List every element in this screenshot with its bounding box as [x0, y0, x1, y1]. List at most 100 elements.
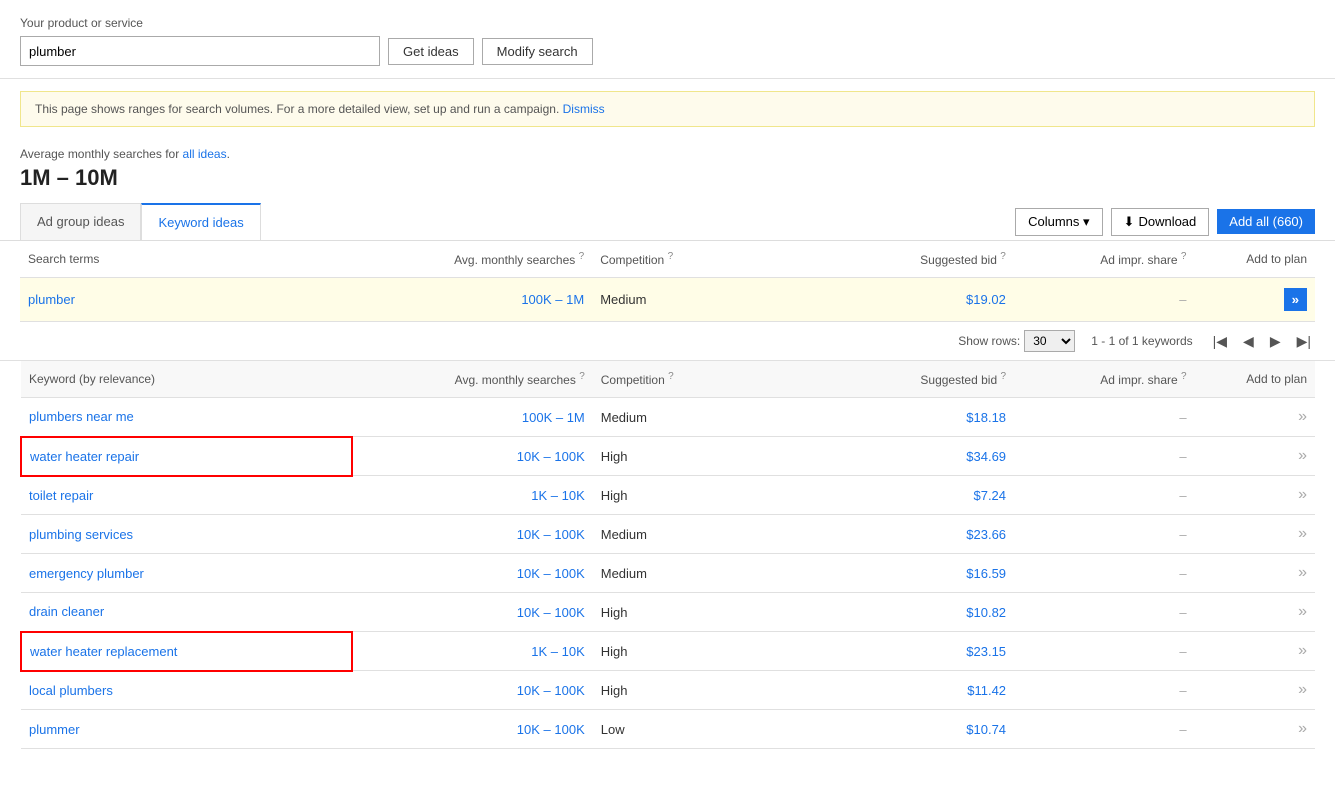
- tabs-toolbar: Ad group ideas Keyword ideas Columns ▾ ⬇…: [0, 203, 1335, 241]
- add-icon[interactable]: »: [1298, 564, 1307, 581]
- next-page-button[interactable]: ▶: [1266, 331, 1285, 352]
- keyword-avg: 10K – 100K: [352, 554, 593, 593]
- top-bar: Your product or service Get ideas Modify…: [0, 0, 1335, 79]
- keyword-add: »: [1195, 398, 1315, 437]
- keyword-bid: $23.15: [773, 632, 1014, 671]
- keyword-link[interactable]: water heater repair: [30, 449, 139, 464]
- get-ideas-button[interactable]: Get ideas: [388, 38, 474, 65]
- add-icon[interactable]: »: [1298, 642, 1307, 659]
- keyword-competition: High: [593, 593, 774, 632]
- add-button[interactable]: »: [1284, 288, 1307, 311]
- add-icon[interactable]: »: [1298, 525, 1307, 542]
- kw-avg-help-icon[interactable]: ?: [579, 371, 585, 382]
- keyword-competition: Medium: [593, 515, 774, 554]
- add-icon[interactable]: »: [1298, 447, 1307, 464]
- product-label: Your product or service: [20, 16, 1315, 30]
- keyword-link[interactable]: local plumbers: [29, 683, 113, 698]
- search-term-row: plumber 100K – 1M Medium $19.02 – »: [20, 278, 1315, 322]
- keyword-link[interactable]: drain cleaner: [29, 604, 104, 619]
- keyword-cell: drain cleaner: [21, 593, 352, 632]
- keyword-link[interactable]: plumbers near me: [29, 409, 134, 424]
- add-all-button[interactable]: Add all (660): [1217, 209, 1315, 234]
- keyword-add: »: [1195, 710, 1315, 749]
- tab-keyword-ideas[interactable]: Keyword ideas: [141, 203, 260, 240]
- col-header-ad-impr: Ad impr. share ?: [1014, 241, 1195, 278]
- keyword-competition: High: [593, 437, 774, 476]
- keyword-avg: 100K – 1M: [352, 398, 593, 437]
- search-terms-table: Search terms Avg. monthly searches ? Com…: [20, 241, 1315, 322]
- keyword-cell: toilet repair: [21, 476, 352, 515]
- keyword-cell: water heater replacement: [21, 632, 352, 671]
- keyword-bid: $34.69: [773, 437, 1014, 476]
- last-page-button[interactable]: ▶|: [1293, 331, 1315, 352]
- col-header-competition: Competition ?: [592, 241, 773, 278]
- banner-dismiss-link[interactable]: Dismiss: [563, 102, 605, 116]
- kw-bid-help-icon[interactable]: ?: [1000, 371, 1006, 382]
- show-rows: Show rows: 30 50 100: [958, 330, 1075, 352]
- toolbar-right: Columns ▾ ⬇ Download Add all (660): [1015, 208, 1315, 236]
- keyword-adimpr: –: [1014, 593, 1195, 632]
- bid-help-icon[interactable]: ?: [1000, 251, 1006, 262]
- adimpr-help-icon[interactable]: ?: [1181, 251, 1187, 262]
- add-icon[interactable]: »: [1298, 681, 1307, 698]
- banner-text: This page shows ranges for search volume…: [35, 102, 559, 116]
- keyword-avg: 1K – 10K: [352, 632, 593, 671]
- keyword-add: »: [1195, 554, 1315, 593]
- keyword-add: »: [1195, 593, 1315, 632]
- keyword-competition: High: [593, 632, 774, 671]
- rows-select[interactable]: 30 50 100: [1024, 330, 1075, 352]
- prev-page-button[interactable]: ◀: [1239, 331, 1258, 352]
- keyword-row: toilet repair 1K – 10K High $7.24 – »: [21, 476, 1315, 515]
- keyword-add: »: [1195, 632, 1315, 671]
- kw-col-header-adimpr: Ad impr. share ?: [1014, 361, 1195, 398]
- all-ideas-link[interactable]: all ideas: [183, 147, 227, 161]
- modify-search-button[interactable]: Modify search: [482, 38, 593, 65]
- keyword-cell: water heater repair: [21, 437, 352, 476]
- keyword-adimpr: –: [1014, 398, 1195, 437]
- keyword-adimpr: –: [1014, 437, 1195, 476]
- search-term-add: »: [1194, 278, 1315, 322]
- keyword-add: »: [1195, 437, 1315, 476]
- keyword-competition: High: [593, 476, 774, 515]
- search-row: Get ideas Modify search: [20, 36, 1315, 66]
- keyword-avg: 10K – 100K: [352, 671, 593, 710]
- columns-button[interactable]: Columns ▾: [1015, 208, 1102, 236]
- kw-comp-help-icon[interactable]: ?: [668, 371, 674, 382]
- kw-adimpr-help-icon[interactable]: ?: [1181, 371, 1187, 382]
- keyword-link[interactable]: plumber: [28, 292, 75, 307]
- keyword-link[interactable]: emergency plumber: [29, 566, 144, 581]
- pagination-row: Show rows: 30 50 100 1 - 1 of 1 keywords…: [0, 322, 1335, 361]
- keyword-link[interactable]: plumbing services: [29, 527, 133, 542]
- product-search-input[interactable]: [20, 36, 380, 66]
- tab-ad-group-ideas[interactable]: Ad group ideas: [20, 203, 141, 240]
- keyword-link[interactable]: toilet repair: [29, 488, 93, 503]
- info-banner: This page shows ranges for search volume…: [20, 91, 1315, 127]
- keyword-link[interactable]: water heater replacement: [30, 644, 177, 659]
- search-term-keyword: plumber: [20, 278, 351, 322]
- search-term-bid: $19.02: [773, 278, 1014, 322]
- keyword-bid: $11.42: [773, 671, 1014, 710]
- keyword-competition: Medium: [593, 398, 774, 437]
- add-icon[interactable]: »: [1298, 408, 1307, 425]
- kw-col-header-bid: Suggested bid ?: [773, 361, 1014, 398]
- first-page-button[interactable]: |◀: [1209, 331, 1231, 352]
- avg-help-icon[interactable]: ?: [579, 251, 585, 262]
- keyword-link[interactable]: plummer: [29, 722, 80, 737]
- add-icon[interactable]: »: [1298, 603, 1307, 620]
- keyword-row: drain cleaner 10K – 100K High $10.82 – »: [21, 593, 1315, 632]
- keyword-bid: $23.66: [773, 515, 1014, 554]
- add-icon[interactable]: »: [1298, 720, 1307, 737]
- keyword-row: plumbers near me 100K – 1M Medium $18.18…: [21, 398, 1315, 437]
- keyword-avg: 1K – 10K: [352, 476, 593, 515]
- keyword-bid: $10.82: [773, 593, 1014, 632]
- kw-col-header-keyword: Keyword (by relevance): [21, 361, 352, 398]
- add-icon[interactable]: »: [1298, 486, 1307, 503]
- kw-col-header-avg: Avg. monthly searches ?: [352, 361, 593, 398]
- keyword-adimpr: –: [1014, 671, 1195, 710]
- download-button[interactable]: ⬇ Download: [1111, 208, 1210, 236]
- col-header-avg-monthly: Avg. monthly searches ?: [351, 241, 592, 278]
- comp-help-icon[interactable]: ?: [668, 251, 674, 262]
- col-header-search-terms: Search terms: [20, 241, 351, 278]
- keyword-adimpr: –: [1014, 632, 1195, 671]
- keyword-adimpr: –: [1014, 476, 1195, 515]
